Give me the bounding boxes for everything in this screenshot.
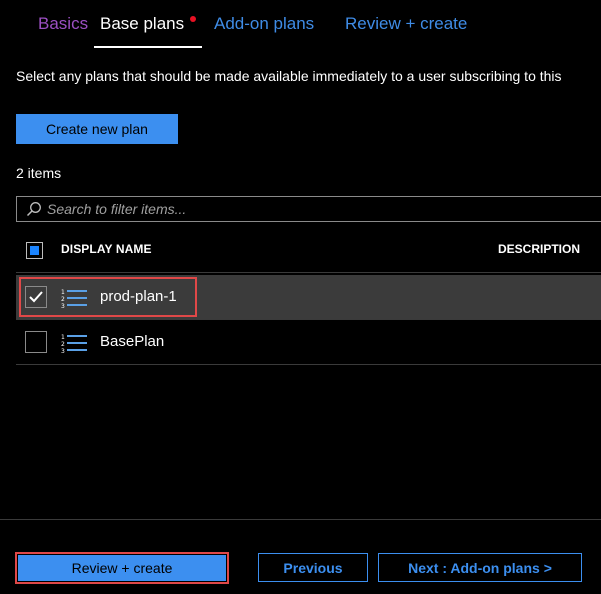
table-header: DISPLAY NAME DESCRIPTION bbox=[16, 228, 601, 273]
active-tab-underline bbox=[94, 46, 203, 48]
row-checkbox[interactable] bbox=[25, 286, 47, 308]
row-checkbox[interactable] bbox=[25, 331, 47, 353]
tab-basics[interactable]: Basics bbox=[38, 0, 88, 48]
review-create-button[interactable]: Review + create bbox=[18, 555, 226, 581]
partial-selection-indicator bbox=[30, 246, 39, 255]
base-plans-page: Basics Base plans Add-on plans Review + … bbox=[0, 0, 601, 594]
item-count: 2 items bbox=[16, 165, 62, 181]
previous-button[interactable]: Previous bbox=[258, 553, 368, 582]
next-add-on-plans-button[interactable]: Next : Add-on plans > bbox=[378, 553, 582, 582]
svg-text:1: 1 bbox=[61, 334, 65, 341]
plan-name: prod-plan-1 bbox=[100, 288, 177, 305]
column-header-description[interactable]: DESCRIPTION bbox=[498, 242, 580, 256]
svg-text:1: 1 bbox=[61, 289, 65, 296]
search-input[interactable] bbox=[47, 201, 567, 217]
create-new-plan-button[interactable]: Create new plan bbox=[16, 114, 178, 144]
checkmark-icon bbox=[29, 291, 43, 303]
tab-base-plans[interactable]: Base plans bbox=[94, 0, 203, 48]
tab-add-on-plans[interactable]: Add-on plans bbox=[214, 0, 314, 48]
table-row[interactable]: 1 2 3 BasePlan bbox=[16, 320, 601, 365]
svg-text:3: 3 bbox=[61, 303, 65, 309]
plan-name: BasePlan bbox=[100, 333, 165, 350]
tab-review-create[interactable]: Review + create bbox=[345, 0, 467, 48]
svg-text:3: 3 bbox=[61, 348, 65, 354]
svg-text:2: 2 bbox=[61, 341, 65, 348]
search-icon bbox=[25, 200, 43, 218]
select-all-checkbox[interactable] bbox=[26, 242, 43, 259]
tab-base-plans-label: Base plans bbox=[100, 14, 185, 33]
column-header-display-name[interactable]: DISPLAY NAME bbox=[61, 242, 152, 256]
table-row[interactable]: 1 2 3 prod-plan-1 bbox=[16, 275, 601, 320]
required-indicator-dot bbox=[190, 16, 197, 22]
tab-bar: Basics Base plans Add-on plans Review + … bbox=[16, 0, 601, 50]
footer-divider bbox=[0, 519, 601, 520]
intro-text: Select any plans that should be made ava… bbox=[16, 68, 562, 84]
numbered-list-icon: 1 2 3 bbox=[61, 289, 87, 309]
numbered-list-icon: 1 2 3 bbox=[61, 334, 87, 354]
filter-box bbox=[16, 196, 601, 222]
svg-text:2: 2 bbox=[61, 296, 65, 303]
